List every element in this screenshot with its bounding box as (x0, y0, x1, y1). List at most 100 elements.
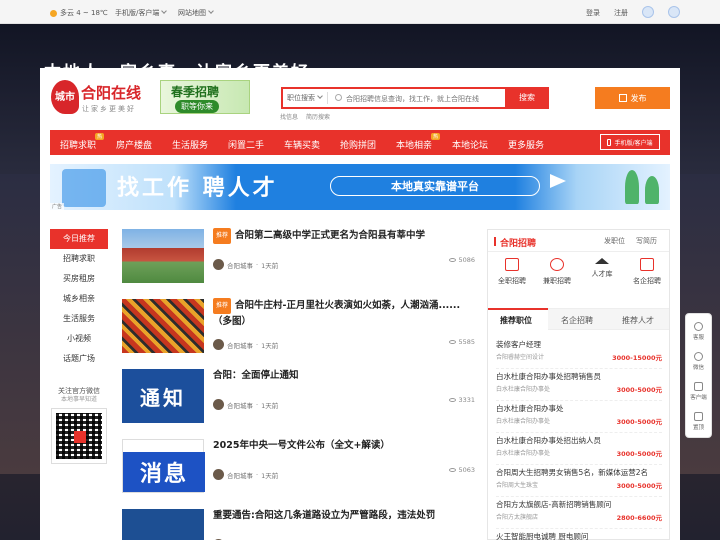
post-thumbnail[interactable]: 消息 (122, 439, 205, 493)
nav-item-dating[interactable]: 热本地相亲 (396, 133, 441, 151)
city-skyline-left (0, 174, 40, 474)
recruit-ad-banner[interactable]: 找工作 聘人才 本地真实靠谱平台 广告 (50, 164, 670, 210)
list-item[interactable]: 推荐 合阳第二高级中学正式更名为合阳县有莘中学 合阳城事 · 1天前 5086 (122, 228, 475, 285)
main-nav: 热招聘求职 房产楼盘 生活服务 闲置二手 车辆买卖 抢购拼团 热本地相亲 本地论… (50, 130, 670, 155)
parttime-shortcut[interactable]: 兼职招聘 (535, 258, 579, 286)
id-card-icon (640, 258, 654, 271)
back-to-top-button[interactable]: 置顶 (686, 412, 711, 431)
eye-icon (449, 258, 457, 262)
menu-item-services[interactable]: 生活服务 (50, 309, 108, 329)
chevron-down-icon (208, 8, 214, 14)
post-thumbnail[interactable] (122, 299, 204, 353)
edit-icon (618, 94, 627, 102)
post-thumbnail[interactable]: 通知 (122, 369, 204, 423)
search-icon (335, 94, 342, 101)
tab-recommended-jobs[interactable]: 推荐职位 (500, 315, 532, 326)
post-job-link[interactable]: 发职位 (604, 236, 625, 246)
menu-item-jobs[interactable]: 招聘求职 (50, 249, 108, 269)
panel-title: 合阳招聘 (500, 239, 537, 249)
list-item[interactable]: 消息 2025年中央一号文件公布（全文+解读） 合阳城事 · 1天前 5063 (122, 439, 475, 495)
recruit-panel: 合阳招聘 发职位 写简历 全职招聘 兼职招聘 人才库 名企招聘 推荐职位 名企招… (487, 229, 670, 540)
app-button[interactable]: 客户端 (686, 382, 711, 401)
search-button[interactable]: 搜索 (505, 87, 549, 109)
menu-item-today[interactable]: 今日推荐 (50, 229, 108, 249)
wechat-qr-code (51, 407, 107, 464)
tab-recommended-talent[interactable]: 推荐人才 (622, 315, 654, 326)
nav-item-services[interactable]: 生活服务 (172, 138, 208, 151)
post-meta: 合阳城事 · 1天前 (213, 469, 278, 480)
publish-button[interactable]: 发布 (595, 87, 670, 109)
main-container: 城市 合阳在线 让家乡更美好 春季招聘 职等你来 职位搜索 搜索 找信息 简历搜… (40, 68, 680, 540)
arrow-up-icon (694, 412, 703, 421)
list-item[interactable]: 白水杜康合阳办事处招聘销售员 白水杜康合阳办事处 3000-5000元 (496, 369, 662, 401)
briefcase-icon (505, 258, 519, 271)
search-category-select[interactable]: 职位搜索 (287, 93, 323, 103)
talent-shortcut[interactable]: 人才库 (580, 258, 624, 279)
customer-service-button[interactable]: 客服 (686, 322, 711, 341)
post-title[interactable]: 合阳：全面停止通知 (213, 369, 475, 383)
list-item[interactable]: 白水杜康合阳办事处招出纳人员 白水杜康合阳办事处 3000-5000元 (496, 433, 662, 465)
fulltime-shortcut[interactable]: 全职招聘 (490, 258, 534, 286)
accent-bar (494, 237, 496, 246)
login-link[interactable]: 登录 (586, 8, 600, 18)
promo-title: 春季招聘 (171, 85, 220, 99)
nav-item-groupbuy[interactable]: 抢购拼团 (340, 138, 376, 151)
hot-link[interactable]: 简历搜索 (306, 114, 330, 121)
list-item[interactable]: 通知 合阳：全面停止通知 合阳城事 · 1天前 3331 (122, 369, 475, 425)
list-item[interactable]: 合阳方太旗舰店-高新招聘销售顾问 合阳方太旗舰店 2800-6600元 (496, 497, 662, 529)
search-box: 职位搜索 搜索 (281, 87, 549, 109)
view-count: 5086 (449, 256, 475, 264)
nav-item-cars[interactable]: 车辆买卖 (284, 138, 320, 151)
menu-item-dating[interactable]: 城乡相亲 (50, 289, 108, 309)
nav-item-jobs[interactable]: 热招聘求职 (60, 133, 105, 151)
promo-subtitle: 职等你来 (175, 100, 219, 113)
post-title[interactable]: 推荐 合阳牛庄村-正月里社火表演如火如荼，人潮汹涌......（多图） (213, 298, 475, 329)
nav-item-more[interactable]: 更多服务 (508, 138, 544, 151)
post-meta: 合阳城事 · 1天前 (213, 339, 278, 350)
top-bar: 多云 4 ~ 18℃ 手机版/客户端 网站地图 登录 注册 (0, 0, 720, 24)
post-title[interactable]: 2025年中央一号文件公布（全文+解读） (213, 439, 475, 453)
wechat-follow: 关注官方微信 本地事早知道 (50, 387, 108, 404)
wechat-button[interactable]: 微信 (686, 352, 711, 371)
list-item[interactable]: 白水杜康合阳办事处 白水杜康合阳办事处 3000-5000元 (496, 401, 662, 433)
spring-recruit-promo[interactable]: 春季招聘 职等你来 (160, 80, 250, 114)
menu-item-topics[interactable]: 话题广场 (50, 349, 108, 369)
nav-item-secondhand[interactable]: 闲置二手 (228, 138, 264, 151)
logo-badge: 城市 (51, 80, 79, 114)
top-company-shortcut[interactable]: 名企招聘 (625, 258, 669, 286)
menu-item-videos[interactable]: 小视频 (50, 329, 108, 349)
divider (327, 92, 328, 104)
hot-link[interactable]: 找信息 (280, 114, 298, 121)
left-menu: 今日推荐 招聘求职 买房租房 城乡相亲 生活服务 小视频 话题广场 关注官方微信… (50, 229, 108, 464)
list-item[interactable]: 推荐 合阳牛庄村-正月里社火表演如火如荼，人潮汹涌......（多图） 合阳城事 ·… (122, 298, 475, 355)
post-title[interactable]: 推荐 合阳第二高级中学正式更名为合阳县有莘中学 (213, 228, 475, 245)
wechat-icon (694, 352, 703, 361)
panel-header: 合阳招聘 发职位 写简历 (488, 230, 669, 252)
write-resume-link[interactable]: 写简历 (636, 236, 657, 246)
list-item[interactable]: 装修客户经理 合阳睿赫空间设计 3000-15000元 (496, 337, 662, 369)
search-input[interactable] (346, 92, 496, 105)
chevron-down-icon (317, 93, 323, 99)
list-item[interactable]: 火王智能厨电诚聘 厨电顾问 (496, 529, 662, 540)
site-logo[interactable]: 城市 合阳在线 让家乡更美好 (51, 80, 151, 114)
register-link[interactable]: 注册 (614, 8, 628, 18)
nav-item-forum[interactable]: 本地论坛 (452, 138, 488, 151)
ad-slogan: 本地真实靠谱平台 (330, 176, 540, 196)
user-icon[interactable] (668, 6, 680, 18)
mobile-client-button[interactable]: 手机版/客户端 (600, 134, 660, 150)
clock-icon (550, 258, 564, 271)
menu-item-housing[interactable]: 买房租房 (50, 269, 108, 289)
post-title[interactable]: 重要通告:合阳这几条道路设立为严管路段，违法处罚 (213, 509, 475, 523)
sitemap-link[interactable]: 网站地图 (178, 8, 214, 18)
avatar (213, 259, 224, 270)
post-thumbnail[interactable] (122, 229, 204, 283)
list-item[interactable]: 合阳周大生招聘男女销售5名，新媒体运营2名 合阳周大生珠宝 3000-5000元 (496, 465, 662, 497)
mobile-link[interactable]: 手机版/客户端 (115, 8, 168, 18)
eye-icon (449, 468, 457, 472)
post-thumbnail[interactable]: 通告 (122, 509, 204, 540)
list-item[interactable]: 通告 重要通告:合阳这几条道路设立为严管路段，违法处罚 (122, 509, 475, 540)
tab-top-companies[interactable]: 名企招聘 (561, 315, 593, 326)
nav-item-property[interactable]: 房产楼盘 (116, 138, 152, 151)
message-icon[interactable] (642, 6, 654, 18)
ad-headline: 找工作 聘人才 (117, 176, 278, 201)
